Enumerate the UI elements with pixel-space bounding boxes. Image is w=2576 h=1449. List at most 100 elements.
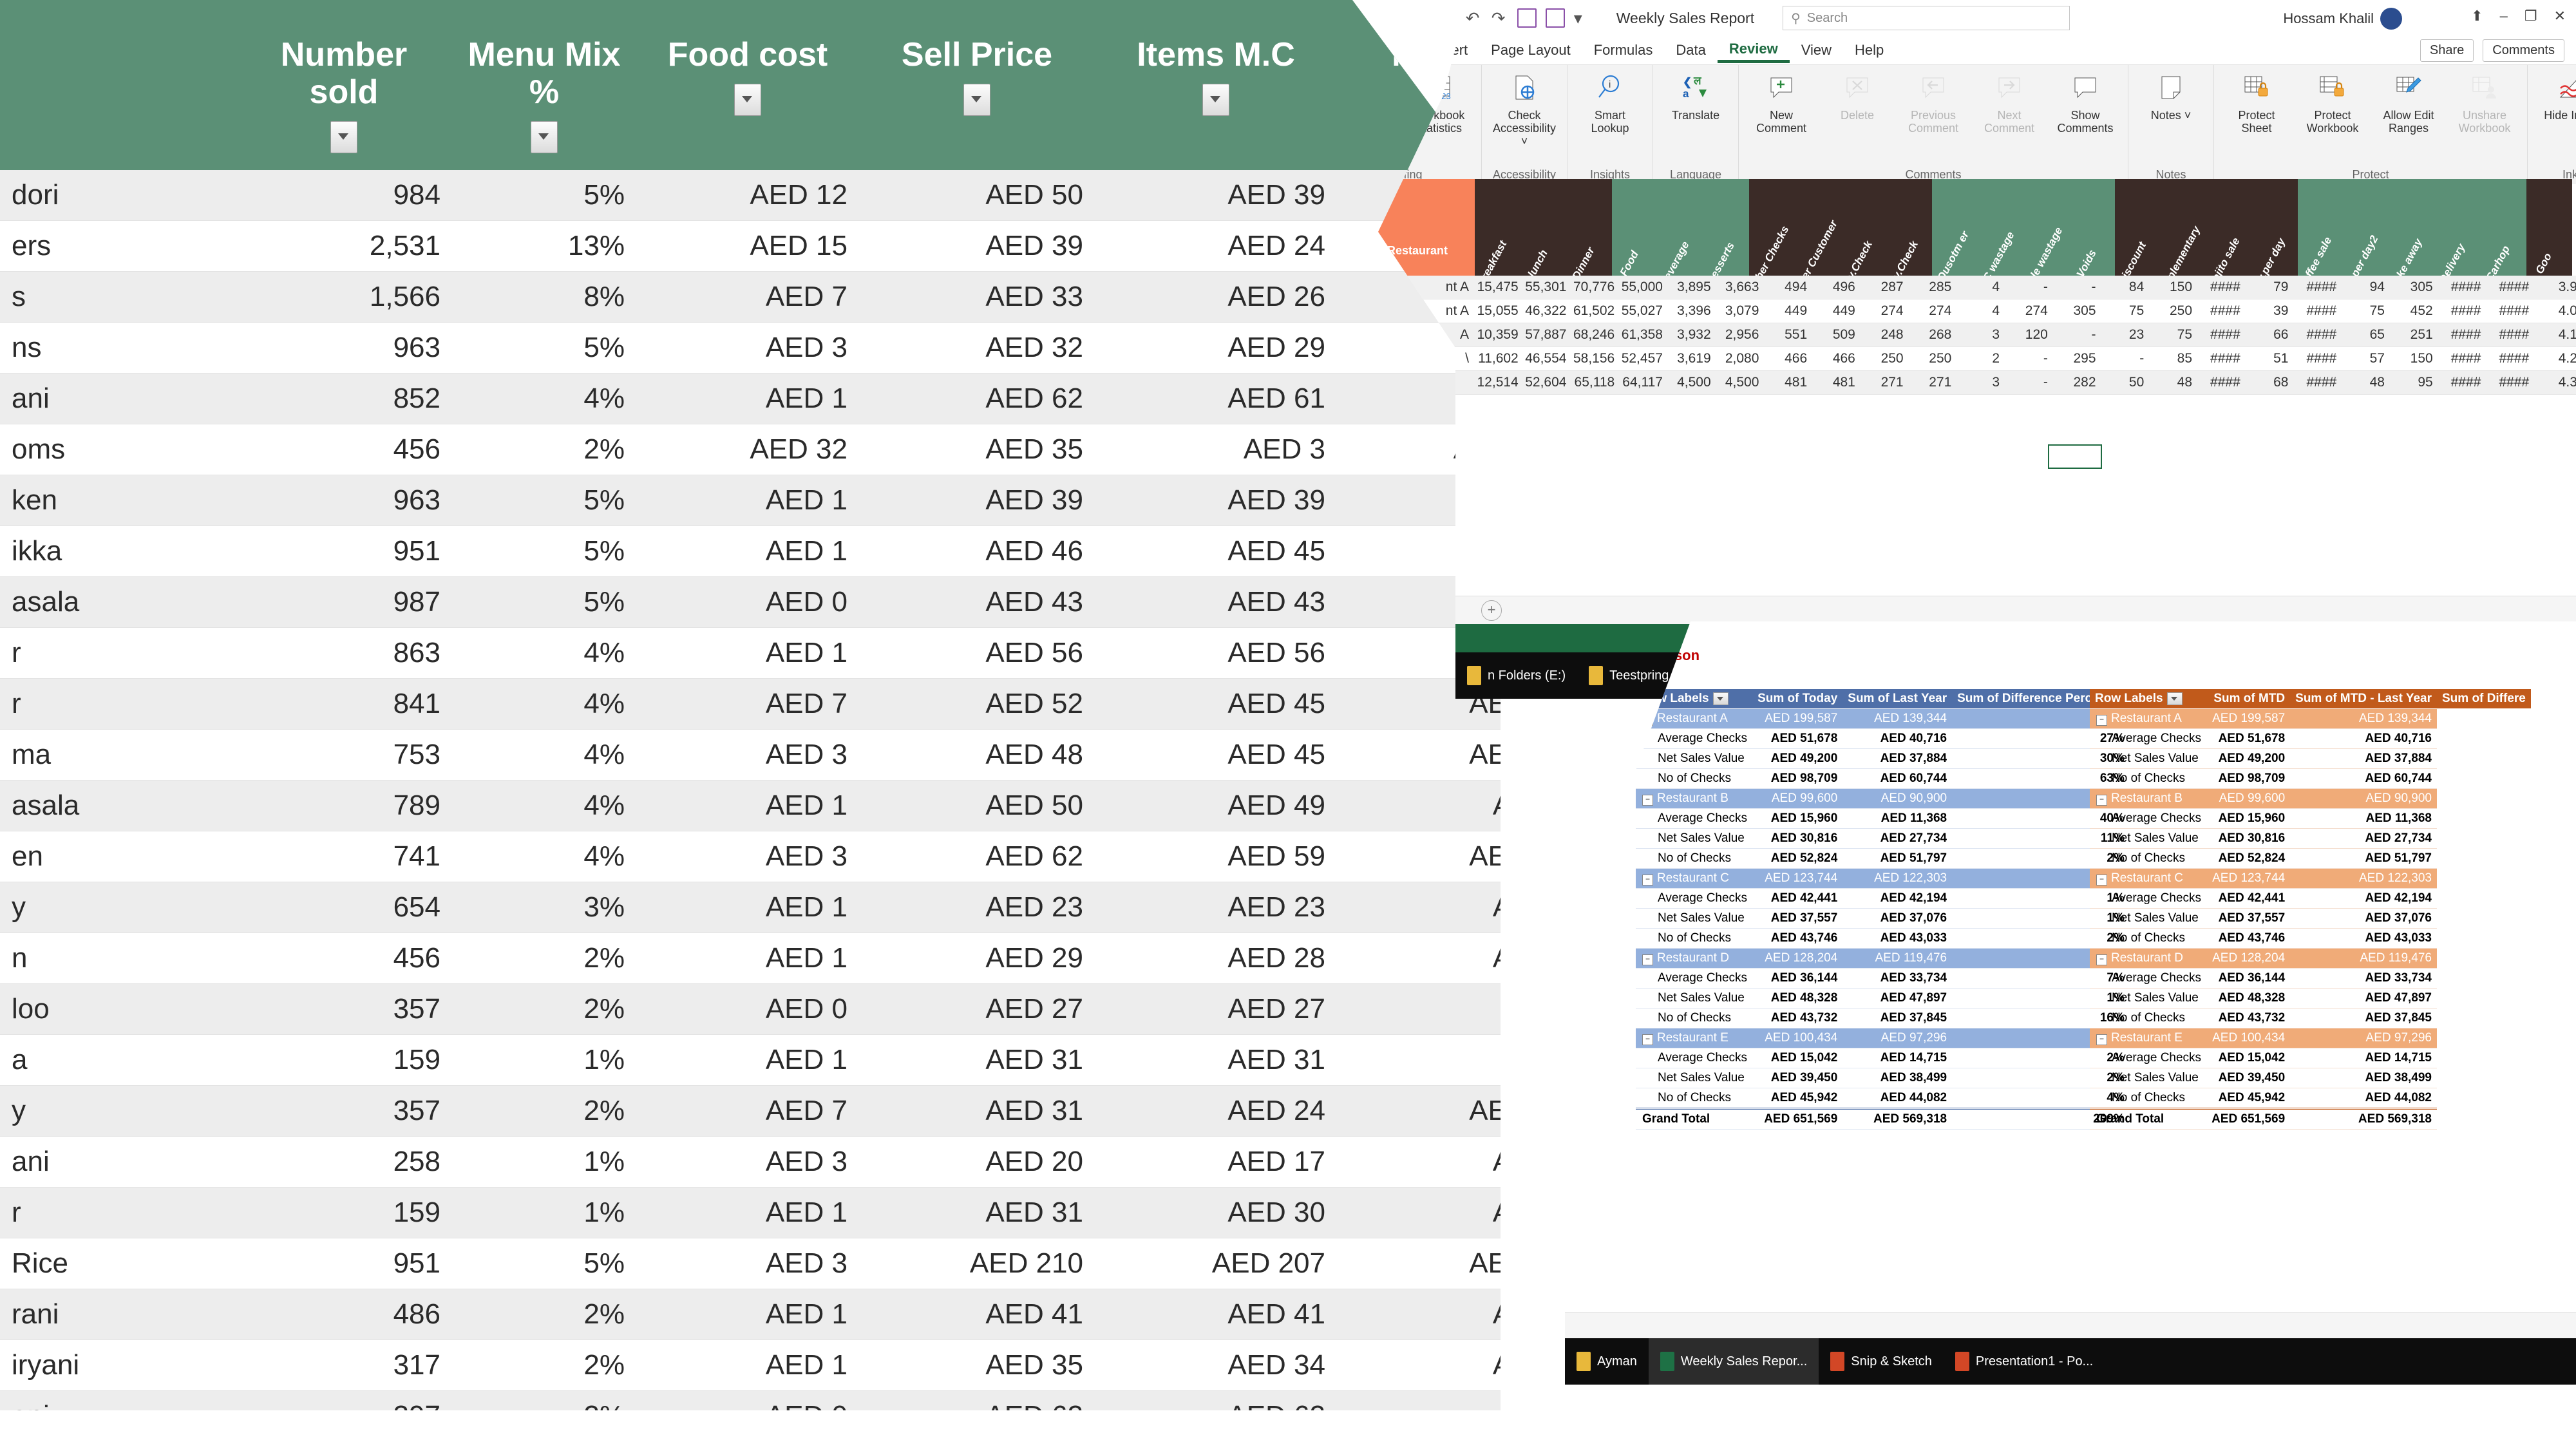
table-row[interactable]: y3572%AED 7AED 31AED 24AED 2,499AED 11,0… — [0, 1085, 1501, 1137]
pivot-row-label[interactable]: Average Checks — [2090, 1048, 2207, 1068]
data-cell-2[interactable]: 65,118 — [1571, 375, 1620, 390]
pivot-row-label[interactable]: Average Checks — [1636, 888, 1753, 909]
menu-cell-5[interactable]: AED 31 — [1095, 1034, 1337, 1086]
menu-cell-2[interactable]: 2% — [452, 1340, 636, 1391]
menu-cell-2[interactable]: 5% — [452, 526, 636, 577]
data-cell-3[interactable]: 64,117 — [1620, 375, 1668, 390]
data-cell-6[interactable]: 494 — [1764, 279, 1812, 295]
pivot-row-label[interactable]: No of Checks — [2090, 1088, 2207, 1109]
data-cell-19[interactable]: 95 — [2390, 375, 2438, 390]
pivot-value-last[interactable]: AED 119,476 — [2290, 948, 2437, 969]
data-cell-17[interactable]: #### — [2293, 279, 2342, 295]
ribbon-tab-strip[interactable]: FileHomeInsertPage LayoutFormulasDataRev… — [1378, 36, 2576, 64]
data-cell-3[interactable]: 61,358 — [1620, 327, 1668, 343]
pivot-value-mtd[interactable]: AED 45,942 — [2206, 1088, 2291, 1109]
menu-cell-3[interactable]: AED 7 — [636, 678, 859, 730]
menu-cell-0[interactable]: loo — [0, 983, 236, 1035]
data-cell-4[interactable]: 3,895 — [1668, 279, 1716, 295]
menu-cell-4[interactable]: AED 43 — [859, 576, 1095, 628]
menu-cell-0[interactable]: n — [0, 933, 236, 984]
data-cell-8[interactable]: 274 — [1861, 303, 1909, 319]
data-cell-0[interactable]: 11,602 — [1475, 351, 1524, 366]
pivot-value-last[interactable]: AED 38,499 — [1842, 1068, 1953, 1088]
pivot-row-label[interactable]: No of Checks — [2090, 928, 2207, 949]
pivot-value-last[interactable]: AED 44,082 — [1842, 1088, 1953, 1109]
data-cell-9[interactable]: 268 — [1909, 327, 1957, 343]
show-comments-button[interactable]: Show Comments — [2050, 70, 2120, 135]
pivot-value-mtd[interactable]: AED 49,200 — [2206, 748, 2291, 769]
data-cell-5[interactable]: 2,080 — [1716, 351, 1765, 366]
data-cell-6[interactable]: 481 — [1764, 375, 1812, 390]
data-cell-0[interactable]: 10,359 — [1475, 327, 1524, 343]
pivot-item-row[interactable]: Average Checks AED 42,441 AED 42,194 — [2090, 888, 2531, 909]
pivot-row-label[interactable]: − Restaurant C — [1636, 868, 1753, 889]
table-row[interactable]: en7414%AED 3AED 62AED 59AED 1,860AED 45,… — [0, 831, 1501, 882]
data-cell-21[interactable]: #### — [2486, 303, 2534, 319]
pivot-value-last[interactable]: AED 14,715 — [2290, 1048, 2437, 1068]
pivot-value-today[interactable]: AED 45,942 — [1752, 1088, 1843, 1109]
data-cell-5[interactable]: 3,079 — [1716, 303, 1765, 319]
pivot-value-last[interactable]: AED 60,744 — [1842, 768, 1953, 789]
avatar[interactable] — [2380, 8, 2402, 30]
pivot-item-row[interactable]: Net Sales Value AED 39,450 AED 38,499 — [2090, 1068, 2531, 1088]
pivot-group-row[interactable]: − Restaurant B AED 99,600 AED 90,900 — [2090, 788, 2531, 809]
data-cell-17[interactable]: #### — [2293, 351, 2342, 366]
minimize-button[interactable]: – — [2500, 8, 2508, 24]
pivot-value-mtd[interactable]: AED 123,744 — [2206, 868, 2291, 889]
data-cell-14[interactable]: 150 — [2149, 279, 2197, 295]
data-cell-12[interactable]: 305 — [2053, 303, 2101, 319]
data-cell-21[interactable]: #### — [2486, 327, 2534, 343]
pivot-value-today[interactable]: AED 123,744 — [1752, 868, 1843, 889]
menu-cell-1[interactable]: 486 — [236, 1289, 452, 1340]
pivot-value-last[interactable]: AED 43,033 — [2290, 928, 2437, 949]
menu-cell-3[interactable]: AED 1 — [636, 1289, 859, 1340]
menu-cell-6[interactable]: AED 951 — [1337, 780, 1501, 831]
data-cell-9[interactable]: 250 — [1909, 351, 1957, 366]
table-row[interactable]: nt A 15,055 46,322 61,502 55,027 3,396 3,079 44… — [1378, 299, 2576, 323]
data-cell-10[interactable]: 3 — [1956, 375, 2005, 390]
taskbar-item-weekly-sales-repor[interactable]: Weekly Sales Repor... — [1648, 1338, 1819, 1385]
pivot-value-mtd[interactable]: AED 37,557 — [2206, 908, 2291, 929]
menu-cell-2[interactable]: 5% — [452, 170, 636, 221]
pivot-value-last[interactable]: AED 51,797 — [1842, 848, 1953, 869]
menu-cell-4[interactable]: AED 52 — [859, 678, 1095, 730]
pivot-row-label[interactable]: No of Checks — [1636, 1008, 1753, 1028]
menu-cell-0[interactable]: y — [0, 882, 236, 933]
data-cell-14[interactable]: 75 — [2149, 327, 2197, 343]
menu-cell-1[interactable]: 654 — [236, 882, 452, 933]
menu-cell-2[interactable]: 3% — [452, 882, 636, 933]
menu-cell-0[interactable]: ns — [0, 322, 236, 374]
data-cell-8[interactable]: 287 — [1861, 279, 1909, 295]
pivot-group-row[interactable]: − Restaurant C AED 123,744 AED 122,303 — [2090, 868, 2531, 889]
pivot-group-row[interactable]: −Restaurant CAED 123,744AED 122,3034% — [1636, 868, 2130, 889]
data-cell-9[interactable]: 271 — [1909, 375, 1957, 390]
data-cell-12[interactable]: 295 — [2053, 351, 2101, 366]
menu-cell-2[interactable]: 1% — [452, 1187, 636, 1238]
tab-review[interactable]: Review — [1717, 38, 1790, 63]
menu-cell-1[interactable]: 951 — [236, 1238, 452, 1289]
menu-cell-4[interactable]: AED 35 — [859, 1340, 1095, 1391]
data-cell-20[interactable]: #### — [2438, 351, 2486, 366]
menu-cell-0[interactable]: dori — [0, 170, 236, 221]
pivot-value-last[interactable]: AED 47,897 — [1842, 988, 1953, 1009]
ribbon-right-actions[interactable]: Share Comments — [2420, 39, 2564, 62]
menu-cell-1[interactable]: 841 — [236, 678, 452, 730]
menu-cell-3[interactable]: AED 1 — [636, 627, 859, 679]
menu-cell-1[interactable]: 1,566 — [236, 271, 452, 323]
menu-cell-2[interactable]: 5% — [452, 576, 636, 628]
collapse-expand-icon[interactable]: − — [2096, 795, 2107, 806]
menu-cell-4[interactable]: AED 48 — [859, 729, 1095, 781]
hide-ink-button[interactable]: Hide Ink ˅ — [2535, 70, 2576, 122]
pivot-row-label[interactable]: No of Checks — [1636, 928, 1753, 949]
data-cell-17[interactable]: #### — [2293, 375, 2342, 390]
table-row[interactable]: dori9845%AED 12AED 50AED 39AED 11,316AED… — [0, 170, 1501, 221]
menu-cell-1[interactable]: 159 — [236, 1187, 452, 1238]
pivot-value-last[interactable]: AED 90,900 — [1842, 788, 1953, 809]
collapse-expand-icon[interactable]: − — [2096, 715, 2107, 726]
data-cell-21[interactable]: #### — [2486, 279, 2534, 295]
menu-cell-1[interactable]: 789 — [236, 780, 452, 831]
data-cell-21[interactable]: #### — [2486, 375, 2534, 390]
pivot-value-mtd[interactable]: AED 36,144 — [2206, 968, 2291, 989]
menu-cell-5[interactable]: AED 39 — [1095, 170, 1337, 221]
data-cell-10[interactable]: 3 — [1956, 327, 2005, 343]
